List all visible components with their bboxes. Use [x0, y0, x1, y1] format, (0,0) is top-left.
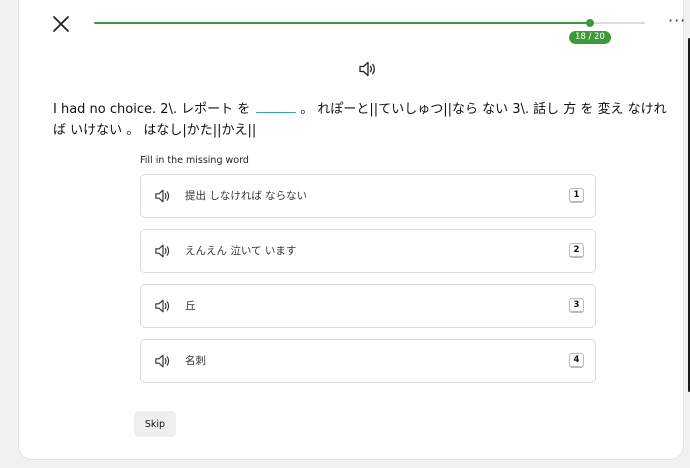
option-shortcut-key: 3 — [569, 298, 584, 313]
close-icon — [53, 16, 69, 32]
progress-indicator-dot — [585, 19, 594, 27]
instruction-text: Fill in the missing word — [140, 155, 249, 166]
more-options-button[interactable]: ··· — [668, 13, 686, 29]
answer-option-4[interactable]: 名刺 4 — [140, 339, 596, 383]
speaker-icon[interactable] — [154, 353, 172, 369]
question-sentence: I had no choice. 2\. レポート を。 れぽーと||ていしゅつ… — [53, 99, 678, 141]
option-shortcut-key: 1 — [569, 188, 584, 203]
option-shortcut-key: 4 — [569, 353, 584, 368]
speaker-icon[interactable] — [154, 298, 172, 314]
answer-option-1[interactable]: 提出 しなければ ならない 1 — [140, 174, 596, 218]
sentence-before-blank: I had no choice. 2\. レポート を — [53, 102, 251, 117]
play-sentence-audio-button[interactable] — [358, 60, 378, 78]
skip-button[interactable]: Skip — [134, 411, 176, 437]
option-label: 丘 — [185, 300, 196, 312]
option-label: 名刺 — [185, 355, 206, 367]
close-button[interactable] — [51, 14, 71, 34]
answer-blank — [256, 102, 297, 113]
option-label: 提出 しなければ ならない — [185, 190, 308, 202]
speaker-icon — [359, 61, 375, 77]
more-options-icon: ··· — [668, 11, 687, 30]
progress-fill — [94, 22, 590, 24]
option-label: えんえん 泣いて います — [185, 245, 297, 257]
progress-bar — [94, 19, 645, 27]
speaker-icon[interactable] — [154, 188, 172, 204]
exercise-card: 18 / 20 ··· I had no choice. 2\. レポート を。… — [18, 0, 690, 460]
progress-badge: 18 / 20 — [568, 31, 611, 44]
answer-option-3[interactable]: 丘 3 — [140, 284, 596, 328]
answer-option-2[interactable]: えんえん 泣いて います 2 — [140, 229, 596, 273]
speaker-icon[interactable] — [154, 243, 172, 259]
option-shortcut-key: 2 — [569, 243, 584, 258]
